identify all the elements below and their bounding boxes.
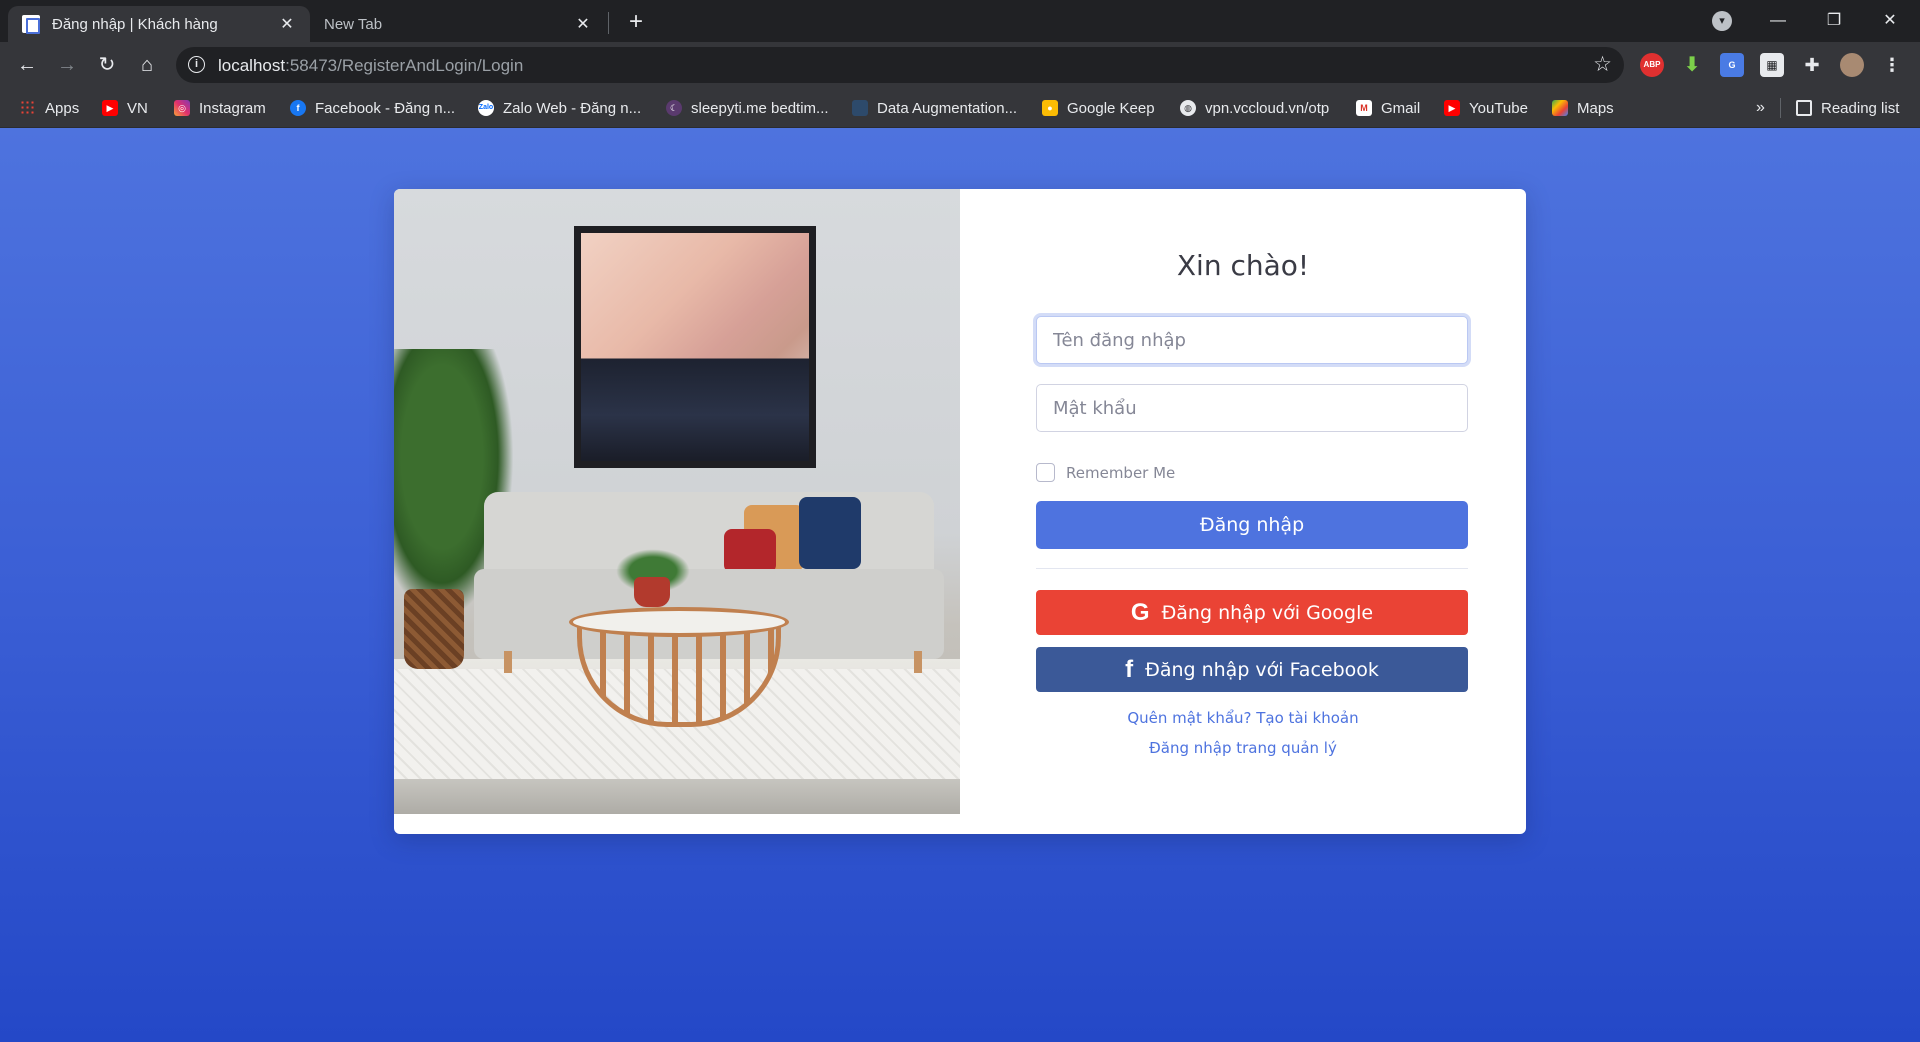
tab-close-icon[interactable]: ✕ — [278, 14, 296, 34]
bookmark-label: Zalo Web - Đăng n... — [503, 99, 642, 117]
bookmark-label: vpn.vccloud.vn/otp — [1205, 99, 1330, 117]
bookmark-label: Data Augmentation... — [877, 99, 1018, 117]
bookmark-label: VN — [127, 99, 148, 117]
password-input[interactable] — [1036, 384, 1468, 432]
maps-icon — [1552, 100, 1568, 116]
google-button-label: Đăng nhập với Google — [1161, 601, 1374, 624]
site-info-icon[interactable]: i — [188, 56, 205, 73]
bookmark-data-augmentation[interactable]: Data Augmentation... — [852, 96, 1017, 120]
tab-search-icon[interactable]: ▾ — [1712, 11, 1732, 31]
restore-icon[interactable]: ❐ — [1806, 4, 1862, 38]
bookmark-maps[interactable]: Maps — [1552, 96, 1614, 120]
forward-arrow-icon[interactable]: → — [52, 50, 82, 80]
page-viewport: Xin chào! Remember Me Đăng nhập G Đăng n… — [0, 128, 1920, 1042]
address-bar[interactable]: i localhost:58473/RegisterAndLogin/Login… — [176, 47, 1624, 83]
sleepytime-icon: ☾ — [666, 100, 682, 116]
facebook-icon: f — [1125, 655, 1134, 683]
bookmark-label: Facebook - Đăng n... — [315, 99, 456, 117]
tab-login[interactable]: Đăng nhập | Khách hàng ✕ — [8, 6, 310, 42]
back-arrow-icon[interactable]: ← — [12, 50, 42, 80]
login-form: Xin chào! Remember Me Đăng nhập G Đăng n… — [960, 189, 1526, 834]
wall-painting — [574, 226, 816, 468]
username-input[interactable] — [1036, 316, 1468, 364]
remember-me[interactable]: Remember Me — [1036, 463, 1175, 482]
tab-new-tab[interactable]: New Tab ✕ — [310, 6, 606, 42]
bookmark-label: Maps — [1577, 99, 1614, 117]
login-heading: Xin chào! — [1176, 249, 1310, 282]
admin-login-link[interactable]: Đăng nhập trang quản lý — [960, 739, 1526, 757]
bookmark-instagram[interactable]: ◎ Instagram — [174, 96, 266, 120]
browser-menu-icon[interactable]: ⋮ — [1880, 53, 1904, 77]
flower-pot — [634, 577, 670, 607]
tab-close-icon[interactable]: ✕ — [574, 14, 592, 34]
remember-me-checkbox[interactable] — [1036, 463, 1055, 482]
tab-separator — [608, 12, 609, 34]
document-icon — [852, 100, 868, 116]
bookmark-gmail[interactable]: M Gmail — [1356, 96, 1420, 120]
bookmark-apps[interactable]: Apps — [20, 96, 79, 120]
bookmark-facebook[interactable]: f Facebook - Đăng n... — [290, 96, 455, 120]
living-room-image — [394, 189, 960, 814]
remember-me-label: Remember Me — [1066, 463, 1176, 482]
facebook-icon: f — [290, 100, 306, 116]
bookmark-label: YouTube — [1469, 99, 1528, 117]
bookmark-label: Instagram — [199, 99, 266, 117]
page-favicon-icon — [22, 15, 40, 34]
bookmark-sleepytime[interactable]: ☾ sleepyti.me bedtim... — [666, 96, 829, 120]
tab-title: Đăng nhập | Khách hàng — [52, 15, 218, 33]
window-close-icon[interactable]: ✕ — [1862, 4, 1918, 38]
url-text[interactable]: localhost:58473/RegisterAndLogin/Login — [218, 56, 523, 76]
zalo-icon: Zalo — [478, 100, 494, 116]
globe-icon: ◍ — [1180, 100, 1196, 116]
minimize-icon[interactable]: — — [1750, 4, 1806, 38]
browser-toolbar: ← → ↻ ⌂ i localhost:58473/RegisterAndLog… — [0, 42, 1920, 88]
new-tab-plus-icon[interactable]: + — [622, 8, 650, 36]
login-card: Xin chào! Remember Me Đăng nhập G Đăng n… — [394, 189, 1526, 834]
bookmark-label: sleepyti.me bedtim... — [691, 99, 829, 117]
bookmark-label: Gmail — [1381, 99, 1421, 117]
plant-basket — [404, 589, 464, 669]
gmail-icon: M — [1356, 100, 1372, 116]
extensions-puzzle-icon[interactable]: ✚ — [1800, 53, 1824, 77]
bookmark-zalo[interactable]: Zalo Zalo Web - Đăng n... — [478, 96, 641, 120]
facebook-login-button[interactable]: f Đăng nhập với Facebook — [1036, 647, 1468, 692]
apps-grid-icon — [20, 100, 36, 116]
login-button[interactable]: Đăng nhập — [1036, 501, 1468, 549]
bookmark-youtube[interactable]: ▶ YouTube — [1444, 96, 1528, 120]
instagram-icon: ◎ — [174, 100, 190, 116]
bookmark-label: Apps — [45, 99, 80, 117]
tab-title: New Tab — [324, 15, 383, 33]
bookmark-vpn[interactable]: ◍ vpn.vccloud.vn/otp — [1180, 96, 1329, 120]
google-login-button[interactable]: G Đăng nhập với Google — [1036, 590, 1468, 635]
bookmarks-separator — [1780, 98, 1781, 118]
youtube-icon: ▶ — [102, 100, 118, 116]
bookmark-vn[interactable]: ▶ VN — [102, 96, 148, 120]
login-button-label: Đăng nhập — [1199, 514, 1305, 536]
adblock-plus-icon[interactable]: ABP — [1640, 53, 1664, 77]
keep-icon: ● — [1042, 100, 1058, 116]
download-extension-icon[interactable]: ⬇ — [1680, 53, 1704, 77]
profile-avatar[interactable] — [1840, 53, 1864, 77]
qr-code-extension-icon[interactable]: ▦ — [1760, 53, 1784, 77]
facebook-button-label: Đăng nhập với Facebook — [1145, 658, 1379, 681]
reading-list-label: Reading list — [1821, 99, 1900, 117]
bookmark-label: Google Keep — [1067, 99, 1155, 117]
google-icon: G — [1130, 598, 1150, 626]
translate-extension-icon[interactable]: G — [1720, 53, 1744, 77]
bookmark-google-keep[interactable]: ● Google Keep — [1042, 96, 1155, 120]
bookmarks-overflow-chevron-icon[interactable]: » — [1756, 96, 1765, 120]
tab-strip: Đăng nhập | Khách hàng ✕ New Tab ✕ + ▾ —… — [0, 0, 1920, 42]
youtube-icon: ▶ — [1444, 100, 1460, 116]
url-path: :58473/RegisterAndLogin/Login — [285, 56, 524, 75]
url-host: localhost — [218, 56, 286, 75]
home-icon[interactable]: ⌂ — [132, 50, 162, 80]
bookmark-star-icon[interactable]: ☆ — [1593, 52, 1612, 77]
reading-list-button[interactable]: Reading list — [1796, 96, 1899, 120]
reading-list-icon — [1796, 100, 1812, 116]
reload-icon[interactable]: ↻ — [92, 50, 122, 80]
divider — [1036, 568, 1468, 569]
bookmarks-bar: Apps ▶ VN ◎ Instagram f Facebook - Đăng … — [0, 88, 1920, 128]
forgot-password-link[interactable]: Quên mật khẩu? Tạo tài khoản — [960, 709, 1526, 727]
